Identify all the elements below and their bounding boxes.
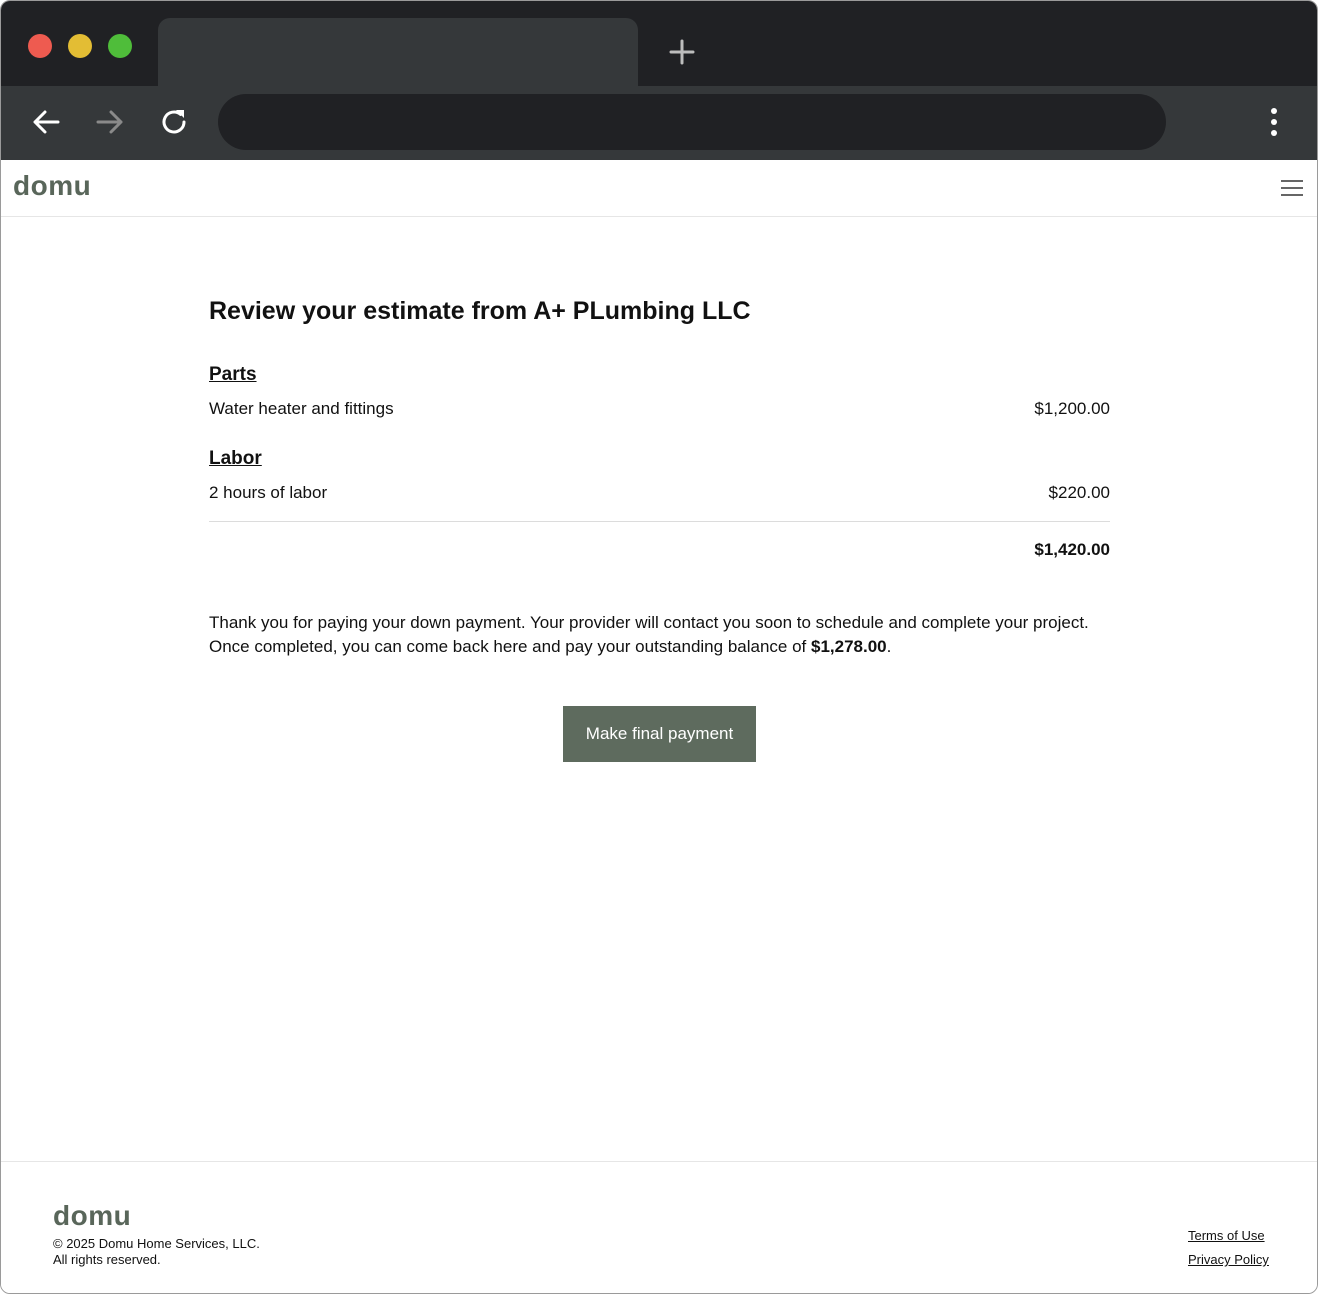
reload-button[interactable] <box>156 104 192 140</box>
line-item-description: Water heater and fittings <box>209 399 394 418</box>
arrow-right-icon <box>96 110 123 134</box>
line-item-amount: $220.00 <box>1048 483 1110 502</box>
line-item: 2 hours of labor $220.00 <box>209 483 1110 503</box>
kebab-dot-icon <box>1271 130 1277 136</box>
site-footer: domu © 2025 Domu Home Services, LLC. All… <box>1 1161 1317 1293</box>
make-final-payment-button[interactable]: Make final payment <box>563 706 756 762</box>
kebab-dot-icon <box>1271 119 1277 125</box>
copyright-text: © 2025 Domu Home Services, LLC. All righ… <box>53 1236 260 1267</box>
line-item-amount: $1,200.00 <box>1034 399 1110 418</box>
hamburger-menu-icon[interactable] <box>1281 180 1303 196</box>
line-item: Water heater and fittings $1,200.00 <box>209 399 1110 419</box>
divider <box>209 521 1110 522</box>
terms-of-use-link[interactable]: Terms of Use <box>1188 1228 1265 1243</box>
new-tab-button[interactable] <box>666 36 698 68</box>
estimate-total: $1,420.00 <box>1034 540 1110 559</box>
maximize-window-button[interactable] <box>108 34 132 58</box>
reload-icon <box>162 110 186 134</box>
page-title: Review your estimate from A+ PLumbing LL… <box>209 297 751 325</box>
domu-logo[interactable]: domu <box>13 170 91 202</box>
kebab-dot-icon <box>1271 108 1277 114</box>
section-heading-labor: Labor <box>209 448 262 469</box>
address-bar[interactable] <box>218 94 1166 150</box>
browser-tab[interactable] <box>158 18 638 86</box>
site-header: domu <box>1 160 1317 217</box>
minimize-window-button[interactable] <box>68 34 92 58</box>
privacy-policy-link[interactable]: Privacy Policy <box>1188 1252 1269 1267</box>
section-heading-parts: Parts <box>209 364 257 385</box>
line-item-description: 2 hours of labor <box>209 483 328 502</box>
tab-bar <box>1 1 1317 86</box>
plus-icon <box>669 39 695 65</box>
outstanding-balance: $1,278.00 <box>811 637 887 656</box>
browser-menu-button[interactable] <box>1259 104 1289 140</box>
browser-toolbar <box>1 86 1317 160</box>
back-button[interactable] <box>28 104 64 140</box>
provider-name: A+ PLumbing LLC <box>533 297 751 325</box>
footer-logo[interactable]: domu <box>53 1200 131 1232</box>
forward-button[interactable] <box>92 104 128 140</box>
arrow-left-icon <box>33 110 60 134</box>
payment-status-message: Thank you for paying your down payment. … <box>209 613 1089 656</box>
browser-window: domu Review your estimate from A+ PLumbi… <box>0 0 1318 1294</box>
close-window-button[interactable] <box>28 34 52 58</box>
